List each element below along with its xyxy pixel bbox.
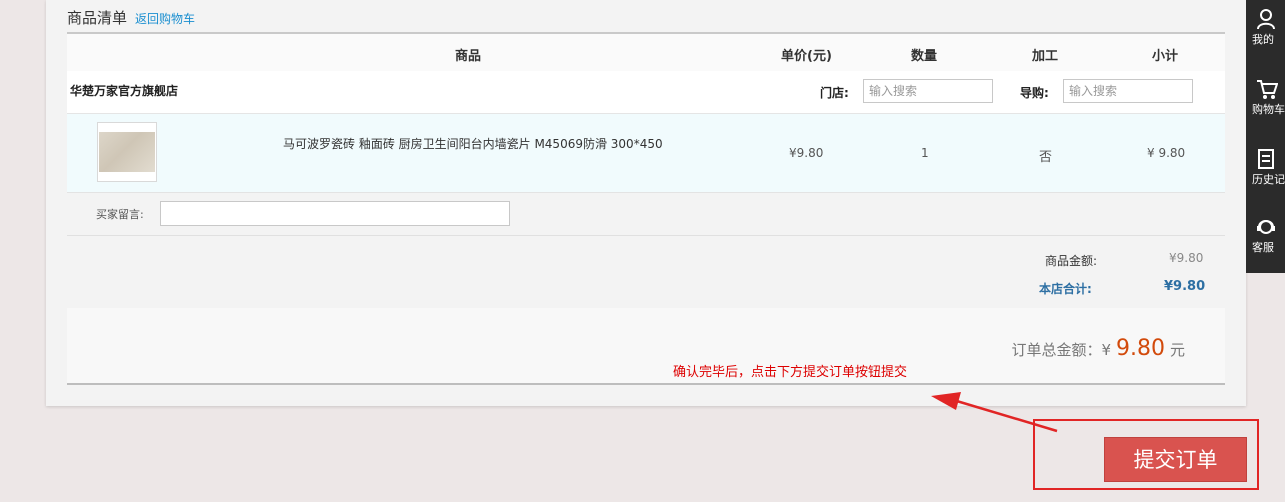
customer-service-icon bbox=[1257, 220, 1275, 234]
sidebar-label-mine: 我的 bbox=[1252, 33, 1274, 46]
user-icon bbox=[1257, 9, 1275, 30]
cart-icon bbox=[1257, 80, 1278, 99]
submit-order-button[interactable]: 提交订单 bbox=[1104, 437, 1247, 482]
sidebar-item-service[interactable]: 客服 bbox=[1246, 216, 1285, 255]
sidebar-label-service: 客服 bbox=[1252, 241, 1274, 254]
right-sidebar: 我的 购物车 历史记 客服 bbox=[1246, 0, 1285, 273]
sidebar-label-history: 历史记 bbox=[1252, 173, 1285, 186]
sidebar-item-cart[interactable]: 购物车 bbox=[1246, 78, 1285, 117]
sidebar-item-mine[interactable]: 我的 bbox=[1246, 8, 1285, 47]
sidebar-label-cart: 购物车 bbox=[1252, 103, 1285, 116]
sidebar-item-history[interactable]: 历史记 bbox=[1246, 148, 1285, 187]
history-icon bbox=[1258, 149, 1274, 169]
